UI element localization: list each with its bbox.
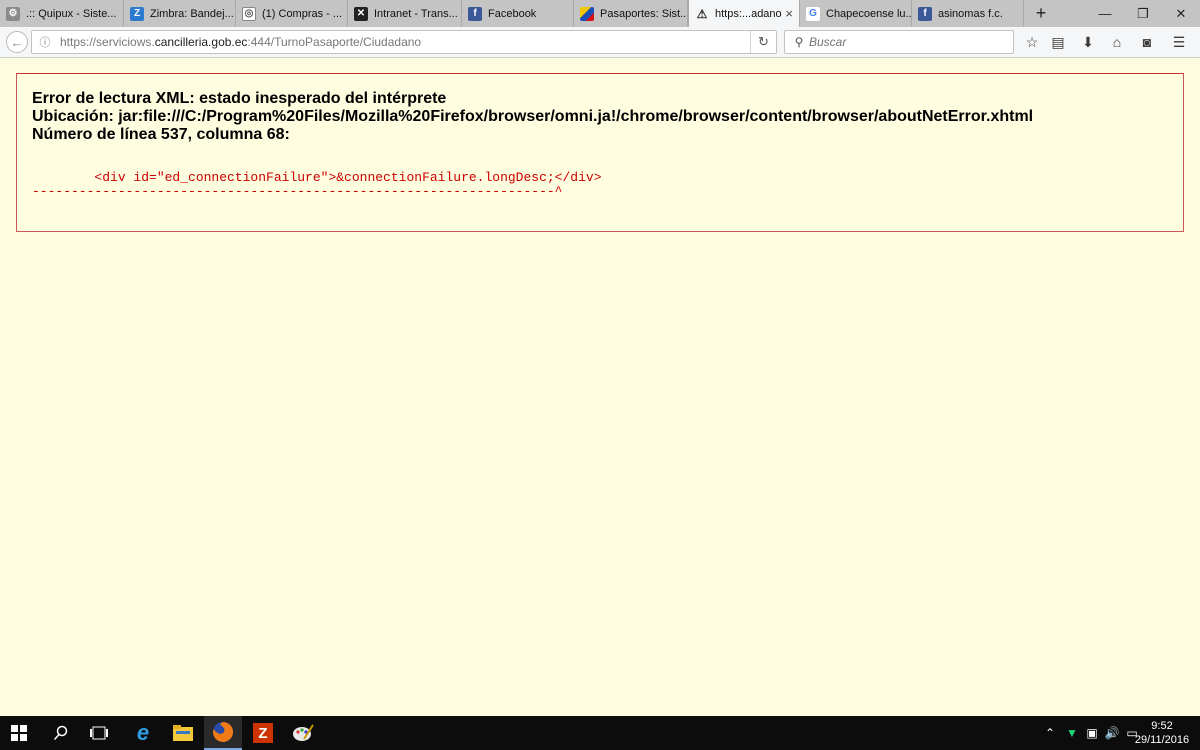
download-icon[interactable]: ⬇ [1076, 31, 1100, 53]
home-icon[interactable]: ⌂ [1105, 31, 1129, 53]
new-tab-button[interactable]: + [1030, 0, 1052, 27]
restore-icon[interactable]: ❐ [1124, 0, 1162, 27]
search-icon: ⚲ [794, 35, 804, 49]
antivirus-shield-icon[interactable]: ▼ [1062, 716, 1082, 750]
tab-intranet[interactable]: ✕ Intranet - Trans... [348, 0, 462, 27]
error-message: Error de lectura XML: estado inesperado … [32, 90, 1033, 144]
url-text[interactable]: https://serviciows.cancilleria.gob.ec:44… [60, 35, 421, 49]
url-bar[interactable]: ⓘ https://serviciows.cancilleria.gob.ec:… [31, 30, 777, 54]
google-icon: G [806, 6, 820, 21]
task-view-icon[interactable] [80, 716, 118, 750]
search-input[interactable] [809, 35, 999, 49]
tab-compras[interactable]: ◎ (1) Compras - ... [236, 0, 348, 27]
error-pointer-line: ----------------------------------------… [32, 184, 563, 199]
tab-zimbra[interactable]: Z Zimbra: Bandej... [124, 0, 236, 27]
reload-icon: ↻ [758, 34, 769, 49]
tab-chapecoense[interactable]: G Chapecoense lu... [800, 0, 912, 27]
tab-asinomas[interactable]: f asinomas f.c. [912, 0, 1024, 27]
internet-explorer-icon[interactable]: e [124, 716, 162, 750]
error-source: <div id="ed_connectionFailure">&connecti… [32, 171, 602, 199]
arrow-left-icon: ← [10, 34, 24, 50]
xml-error-box: Error de lectura XML: estado inesperado … [16, 73, 1184, 232]
back-button[interactable]: ← [6, 31, 28, 53]
tab-label: asinomas f.c. [938, 7, 1003, 20]
bookmark-star-icon[interactable]: ☆ [1020, 31, 1044, 53]
paint-icon[interactable] [284, 716, 322, 750]
page-content: Error de lectura XML: estado inesperado … [0, 58, 1200, 716]
windows-start-icon[interactable] [0, 716, 38, 750]
zimbra-icon: Z [130, 6, 144, 21]
chevron-up-icon[interactable]: ⌃ [1040, 716, 1060, 750]
url-prefix: https://serviciows. [60, 35, 155, 49]
search-bar[interactable]: ⚲ [784, 30, 1014, 54]
firefox-icon[interactable] [204, 716, 242, 750]
tab-active-error[interactable]: ⚠ https:...adano × [688, 0, 800, 28]
close-tab-icon[interactable]: × [785, 6, 793, 21]
quipux-icon: ⚙ [6, 6, 20, 21]
filezilla-icon[interactable]: Z [244, 716, 282, 750]
tab-label: Chapecoense lu... [826, 7, 911, 20]
reading-list-icon[interactable]: ▤ [1046, 31, 1070, 53]
tab-label: (1) Compras - ... [262, 7, 343, 20]
tab-strip: ⚙ .:: Quipux - Siste... Z Zimbra: Bandej… [0, 0, 1200, 28]
tab-label: .:: Quipux - Siste... [26, 7, 117, 20]
close-window-icon[interactable]: ✕ [1162, 0, 1200, 27]
pocket-icon[interactable]: ◙ [1135, 31, 1159, 53]
pasaportes-icon [580, 6, 594, 21]
tab-label: Zimbra: Bandej... [150, 7, 234, 20]
search-icon[interactable] [42, 716, 80, 750]
tab-quipux[interactable]: ⚙ .:: Quipux - Siste... [0, 0, 124, 27]
tab-facebook[interactable]: f Facebook [462, 0, 574, 27]
reload-button[interactable]: ↻ [750, 31, 776, 53]
taskbar: e Z ⌃ ▼ ▣ 🔊 ▭ 9:52 29/11/2016 [0, 716, 1200, 750]
info-icon[interactable]: ⓘ [36, 35, 54, 49]
error-line-number: Número de línea 537, columna 68: [32, 126, 290, 143]
intranet-icon: ✕ [354, 6, 368, 21]
tab-label: Intranet - Trans... [374, 7, 458, 20]
tab-label: Facebook [488, 7, 537, 20]
url-path: :444/TurnoPasaporte/Ciudadano [247, 35, 422, 49]
tab-label: https:...adano [715, 8, 782, 20]
file-explorer-icon[interactable] [164, 716, 202, 750]
clock-time: 9:52 [1151, 720, 1173, 732]
facebook-icon: f [918, 6, 932, 21]
error-source-line: <div id="ed_connectionFailure">&connecti… [32, 170, 602, 185]
error-location: Ubicación: jar:file:///C:/Program%20File… [32, 108, 1034, 125]
warning-icon: ⚠ [696, 7, 708, 21]
network-icon[interactable]: ▣ [1082, 716, 1102, 750]
tab-pasaportes[interactable]: Pasaportes: Sist... [574, 0, 688, 27]
system-clock[interactable]: 9:52 29/11/2016 [1132, 719, 1192, 747]
facebook-icon: f [468, 6, 482, 21]
clock-date: 29/11/2016 [1134, 734, 1190, 746]
compras-icon: ◎ [242, 6, 256, 21]
navigation-bar: ← ⓘ https://serviciows.cancilleria.gob.e… [0, 27, 1200, 58]
volume-icon[interactable]: 🔊 [1102, 716, 1122, 750]
tab-label: Pasaportes: Sist... [600, 7, 687, 20]
error-title: Error de lectura XML: estado inesperado … [32, 90, 447, 107]
url-domain: cancilleria.gob.ec [154, 35, 248, 49]
menu-icon[interactable]: ☰ [1167, 31, 1191, 53]
minimize-icon[interactable]: — [1086, 0, 1124, 27]
